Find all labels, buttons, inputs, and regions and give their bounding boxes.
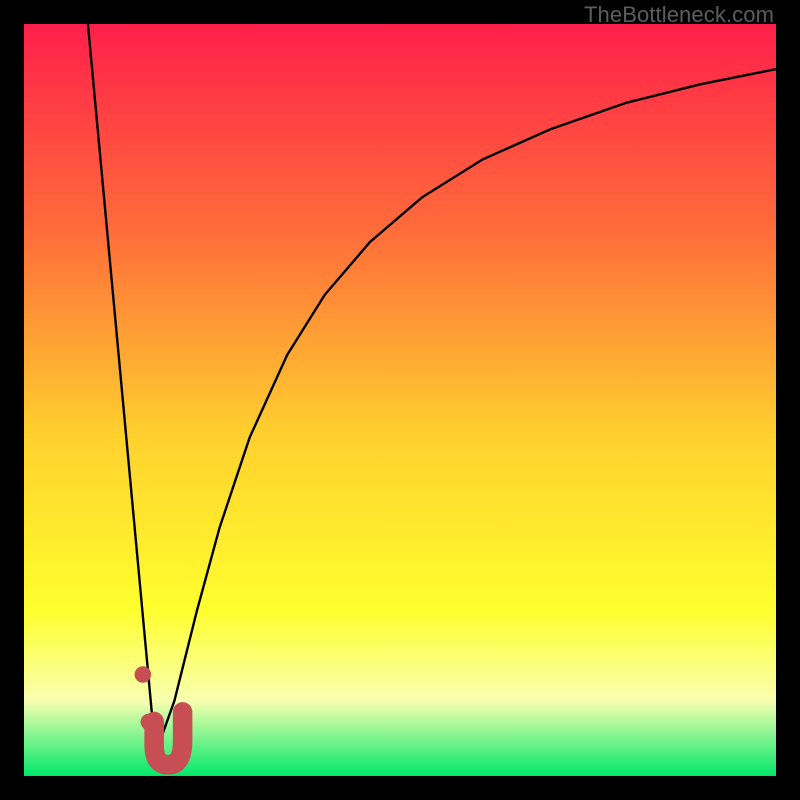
chart-frame [24, 24, 776, 776]
chart-background [24, 24, 776, 776]
marker-dot-0 [135, 666, 152, 683]
chart-svg [24, 24, 776, 776]
watermark-text: TheBottleneck.com [584, 2, 774, 28]
